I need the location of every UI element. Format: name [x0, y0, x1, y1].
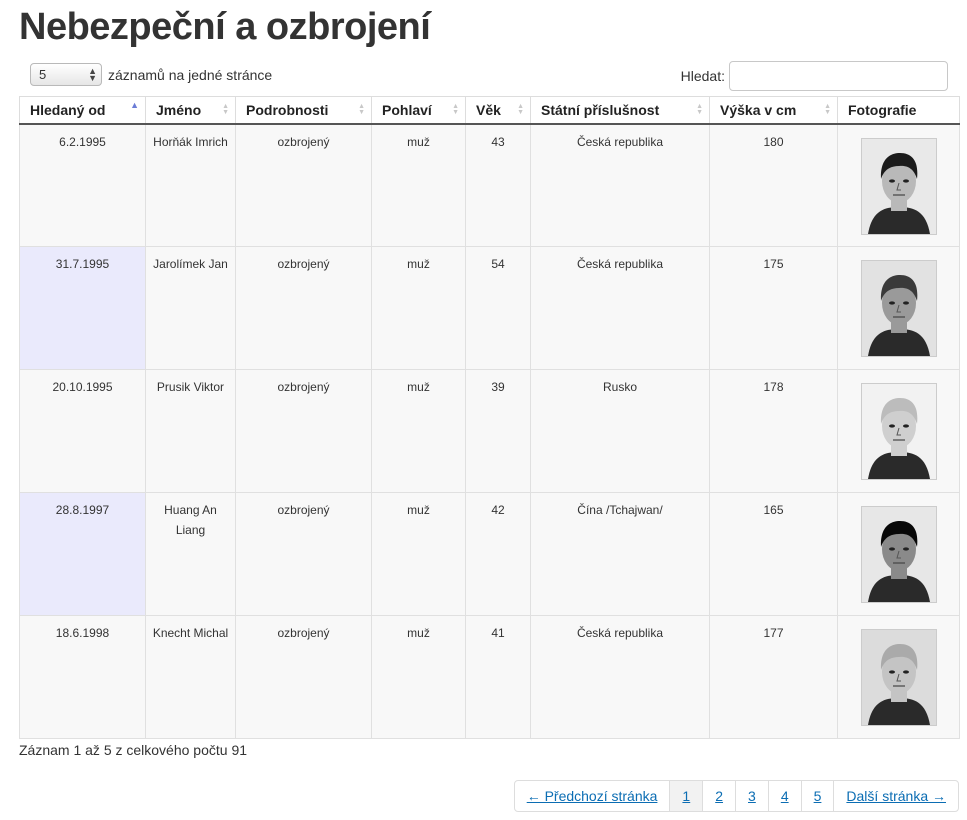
- cell-jmeno: Huang An Liang: [145, 492, 236, 616]
- person-photo[interactable]: [860, 629, 937, 726]
- sort-both-icon: ▲ ▼: [696, 103, 703, 116]
- sort-both-icon: ▲ ▼: [358, 103, 365, 116]
- cell-fotografie: [837, 246, 960, 370]
- column-header-label: Výška v cm: [720, 101, 797, 118]
- cell-vek: 54: [465, 246, 531, 370]
- cell-podrobnosti: ozbrojený: [235, 369, 372, 493]
- person-photo[interactable]: [860, 383, 937, 480]
- person-photo[interactable]: [860, 260, 937, 357]
- sort-ascending-icon: ▲: [130, 100, 139, 110]
- cell-vek: 41: [465, 615, 531, 739]
- column-header-vyska[interactable]: Výška v cm ▲ ▼: [709, 96, 838, 125]
- search-control: Hledat:: [681, 61, 948, 91]
- column-header-label: Hledaný od: [30, 101, 106, 118]
- cell-podrobnosti: ozbrojený: [235, 123, 372, 247]
- table-row: 20.10.1995 Prusik Viktor ozbrojený muž 39 Rus…: [19, 369, 960, 493]
- table-row: 31.7.1995 Jarolímek Jan ozbrojený muž 54 Česk…: [19, 246, 960, 370]
- page-title: Nebezpeční a ozbrojení: [19, 6, 431, 48]
- portrait-icon: [861, 261, 936, 356]
- cell-fotografie: [837, 123, 960, 247]
- page-link-4[interactable]: 4: [767, 781, 801, 811]
- column-header-label: Fotografie: [848, 101, 917, 118]
- cell-hledany-od: 20.10.1995: [19, 369, 146, 493]
- page-length-control: 5 ▲ ▼ záznamů na jedné stránce: [30, 63, 272, 86]
- next-page-link[interactable]: Další stránka →: [833, 781, 958, 811]
- cell-statni-prislusnost: Čína /Tchajwan/: [530, 492, 710, 616]
- sort-both-icon: ▲ ▼: [824, 103, 831, 116]
- cell-jmeno: Knecht Michal: [145, 615, 236, 739]
- cell-vek: 43: [465, 123, 531, 247]
- column-header-podrobnosti[interactable]: Podrobnosti ▲ ▼: [235, 96, 372, 125]
- cell-podrobnosti: ozbrojený: [235, 246, 372, 370]
- column-header-label: Státní příslušnost: [541, 101, 660, 118]
- cell-pohlavi: muž: [371, 369, 466, 493]
- cell-hledany-od: 28.8.1997: [19, 492, 146, 616]
- cell-vyska: 177: [709, 615, 838, 739]
- cell-pohlavi: muž: [371, 246, 466, 370]
- cell-pohlavi: muž: [371, 492, 466, 616]
- sort-both-icon: ▲ ▼: [452, 103, 459, 116]
- cell-vyska: 178: [709, 369, 838, 493]
- portrait-icon: [861, 630, 936, 725]
- cell-vek: 39: [465, 369, 531, 493]
- sort-both-icon: ▲ ▼: [222, 103, 229, 116]
- cell-hledany-od: 6.2.1995: [19, 123, 146, 247]
- cell-pohlavi: muž: [371, 615, 466, 739]
- page-link-1[interactable]: 1: [669, 781, 703, 811]
- cell-statni-prislusnost: Rusko: [530, 369, 710, 493]
- page-link-3[interactable]: 3: [735, 781, 768, 811]
- page-link-2[interactable]: 2: [702, 781, 735, 811]
- column-header-label: Pohlaví: [382, 101, 432, 118]
- page-length-value: 5: [39, 67, 47, 82]
- column-header-fotografie: Fotografie: [837, 96, 960, 125]
- table-row: 6.2.1995 Horňák Imrich ozbrojený muž 43 Česká…: [19, 123, 960, 247]
- column-header-statni-prislusnost[interactable]: Státní příslušnost ▲ ▼: [530, 96, 710, 125]
- page-length-select[interactable]: 5 ▲ ▼: [30, 63, 102, 86]
- portrait-icon: [861, 138, 936, 234]
- search-input[interactable]: [729, 61, 948, 91]
- select-arrows-icon: ▲ ▼: [88, 65, 97, 83]
- cell-fotografie: [837, 615, 960, 739]
- cell-jmeno: Prusik Viktor: [145, 369, 236, 493]
- cell-jmeno: Jarolímek Jan: [145, 246, 236, 370]
- column-header-jmeno[interactable]: Jméno ▲ ▼: [145, 96, 236, 125]
- wanted-table: Hledaný od ▲ Jméno ▲ ▼ Podrobnosti ▲ ▼ Pohlav…: [19, 96, 960, 739]
- cell-statni-prislusnost: Česká republika: [530, 615, 710, 739]
- sort-both-icon: ▲ ▼: [517, 103, 524, 116]
- cell-vyska: 165: [709, 492, 838, 616]
- cell-vyska: 175: [709, 246, 838, 370]
- pagination: ← Předchozí stránka 1 2 3 4 5 Další strá…: [513, 780, 959, 812]
- cell-fotografie: [837, 369, 960, 493]
- page-link-5[interactable]: 5: [800, 781, 834, 811]
- person-photo[interactable]: [860, 506, 937, 603]
- cell-hledany-od: 31.7.1995: [19, 246, 146, 370]
- portrait-icon: [861, 507, 936, 602]
- page-length-label: záznamů na jedné stránce: [108, 66, 273, 83]
- portrait-icon: [861, 384, 936, 479]
- table-row: 28.8.1997 Huang An Liang ozbrojený muž 42 Čín…: [19, 492, 960, 616]
- column-header-label: Věk: [476, 101, 501, 118]
- column-header-hledany-od[interactable]: Hledaný od ▲: [19, 96, 146, 125]
- cell-podrobnosti: ozbrojený: [235, 615, 372, 739]
- cell-fotografie: [837, 492, 960, 616]
- search-label: Hledat:: [680, 68, 725, 84]
- cell-jmeno: Horňák Imrich: [145, 123, 236, 247]
- person-photo[interactable]: [860, 137, 937, 235]
- column-header-pohlavi[interactable]: Pohlaví ▲ ▼: [371, 96, 466, 125]
- column-header-label: Podrobnosti: [246, 101, 329, 118]
- previous-page-link[interactable]: ← Předchozí stránka: [515, 781, 670, 811]
- cell-podrobnosti: ozbrojený: [235, 492, 372, 616]
- column-header-vek[interactable]: Věk ▲ ▼: [465, 96, 531, 125]
- cell-vyska: 180: [709, 123, 838, 247]
- table-header-row: Hledaný od ▲ Jméno ▲ ▼ Podrobnosti ▲ ▼ Pohlav…: [19, 96, 960, 125]
- table-row: 18.6.1998 Knecht Michal ozbrojený muž 41 Česk…: [19, 615, 960, 739]
- cell-pohlavi: muž: [371, 123, 466, 247]
- cell-vek: 42: [465, 492, 531, 616]
- cell-statni-prislusnost: Česká republika: [530, 123, 710, 247]
- table-info: Záznam 1 až 5 z celkového počtu 91: [19, 742, 248, 758]
- column-header-label: Jméno: [156, 101, 202, 118]
- cell-statni-prislusnost: Česká republika: [530, 246, 710, 370]
- cell-hledany-od: 18.6.1998: [19, 615, 146, 739]
